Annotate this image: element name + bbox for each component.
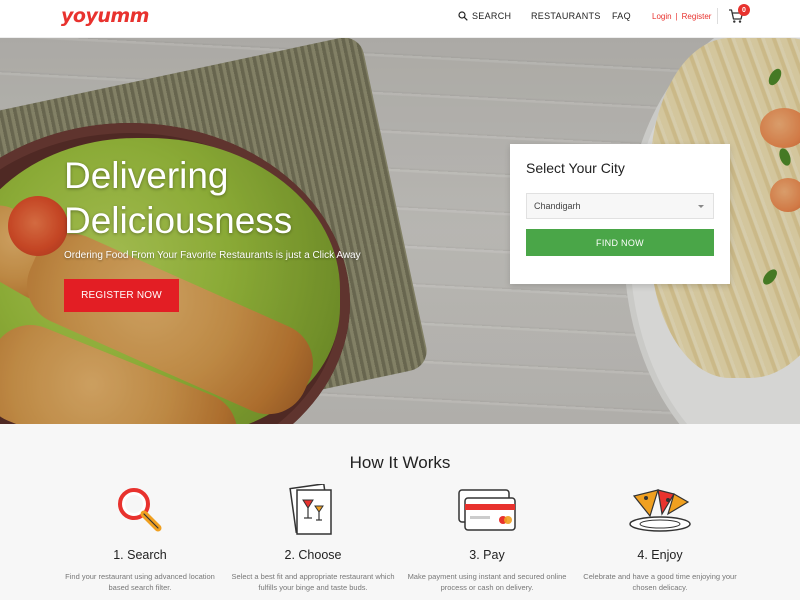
nav-faq[interactable]: FAQ <box>612 0 631 32</box>
nav-faq-label: FAQ <box>612 11 631 21</box>
register-link[interactable]: Register <box>682 12 712 21</box>
nav-search-label: SEARCH <box>472 11 512 21</box>
step-title: 4. Enjoy <box>637 548 683 562</box>
step-enjoy: 4. Enjoy Celebrate and have a good time … <box>570 484 750 593</box>
hero-subtitle: Ordering Food From Your Favorite Restaur… <box>64 250 361 261</box>
find-now-button[interactable]: FIND NOW <box>526 229 714 256</box>
step-title: 3. Pay <box>469 548 505 562</box>
chevron-down-icon <box>698 205 704 208</box>
step-title: 1. Search <box>113 548 167 562</box>
step-search: 1. Search Find your restaurant using adv… <box>50 484 230 593</box>
step-choose: 2. Choose Select a best fit and appropri… <box>223 484 403 593</box>
login-link[interactable]: Login <box>652 12 672 21</box>
step-pay: 3. Pay Make payment using instant and se… <box>397 484 577 593</box>
step-description: Make payment using instant and secured o… <box>407 572 567 592</box>
hero-title: Delivering Deliciousness <box>64 153 292 243</box>
city-dropdown[interactable]: Chandigarh <box>526 193 714 219</box>
pizza-plate-icon <box>629 489 691 532</box>
hero-title-line2: Deliciousness <box>64 200 293 241</box>
nav-restaurants-label: RESTAURANTS <box>531 11 601 21</box>
nav-search[interactable]: SEARCH <box>458 0 511 32</box>
hero-title-line1: Delivering <box>64 155 229 196</box>
search-icon <box>458 11 468 21</box>
header-divider <box>717 8 718 24</box>
step-description: Select a best fit and appropriate restau… <box>231 572 395 592</box>
register-now-button[interactable]: REGISTER NOW <box>64 279 179 312</box>
city-selector-panel: Select Your City Chandigarh FIND NOW <box>510 144 730 284</box>
magnifier-icon <box>118 488 162 532</box>
how-it-works-section: How It Works 1. Search Find your restaur… <box>0 424 800 600</box>
credit-card-icon <box>458 489 516 531</box>
step-description: Find your restaurant using advanced loca… <box>65 572 215 592</box>
city-dropdown-value: Chandigarh <box>534 201 581 211</box>
auth-separator: | <box>675 11 678 21</box>
menu-card-icon <box>289 484 332 535</box>
site-header: yoyumm SEARCH RESTAURANTS FAQ Login | Re… <box>0 0 800 38</box>
logo[interactable]: yoyumm <box>61 4 149 28</box>
step-description: Celebrate and have a good time enjoying … <box>583 572 737 592</box>
hero-banner: Delivering Deliciousness Ordering Food F… <box>0 38 800 424</box>
nav-restaurants[interactable]: RESTAURANTS <box>531 0 601 32</box>
section-title: How It Works <box>349 453 451 472</box>
logo-text: yoyumm <box>61 5 149 27</box>
auth-links: Login | Register <box>652 0 711 32</box>
step-title: 2. Choose <box>284 548 342 562</box>
city-panel-title: Select Your City <box>526 160 625 176</box>
cart-count-badge: 0 <box>738 4 750 16</box>
